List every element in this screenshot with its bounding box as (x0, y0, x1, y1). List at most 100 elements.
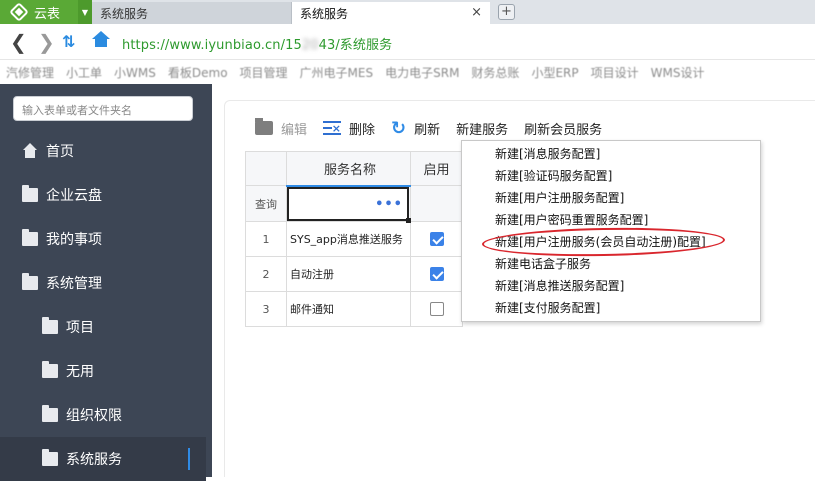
bookmark-item[interactable]: 广州电子MES (300, 64, 374, 81)
close-icon[interactable]: × (471, 5, 482, 20)
sidebar-item-label: 首页 (46, 144, 74, 160)
sidebar-item-label: 组织权限 (66, 408, 122, 424)
service-name-cell[interactable]: 邮件通知 (286, 291, 411, 327)
delete-rows-icon: × (323, 121, 342, 135)
service-name-cell[interactable]: SYS_app消息推送服务 (286, 221, 411, 257)
menu-item-new-phone-box-service[interactable]: 新建电话盒子服务 (495, 253, 591, 275)
back-arrow-icon[interactable]: ❮ (10, 30, 27, 54)
more-dots-icon[interactable]: ••• (375, 197, 403, 212)
refresh-member-service-button[interactable]: 刷新会员服务 (524, 119, 602, 138)
menu-item-new-user-register-service[interactable]: 新建[用户注册服务配置] (495, 187, 624, 209)
row-number: 1 (245, 221, 287, 257)
filter-cell[interactable]: ••• (286, 185, 411, 223)
sidebar-item-my-tasks[interactable]: 我的事项 (0, 217, 212, 261)
folder-icon (42, 361, 58, 378)
menu-item-new-password-reset-service[interactable]: 新建[用户密码重置服务配置] (495, 209, 648, 231)
enabled-cell[interactable] (410, 291, 463, 327)
enabled-checkbox[interactable] (429, 232, 444, 247)
bookmark-item[interactable]: 小WMS (114, 64, 156, 81)
cell-fill-handle[interactable] (406, 217, 411, 223)
menu-item-new-payment-service[interactable]: 新建[支付服务配置] (495, 297, 600, 319)
forward-arrow-icon[interactable]: ❯ (38, 30, 55, 54)
grid-header-row: 服务名称 启用 (245, 151, 463, 187)
home-icon (22, 143, 38, 158)
bookmark-item[interactable]: 汽修管理 (6, 64, 54, 81)
folder-icon (42, 317, 58, 334)
sidebar-item-system-management[interactable]: 系统管理 (0, 261, 212, 305)
bookmark-item[interactable]: 小工单 (66, 64, 102, 81)
enabled-filter-cell[interactable] (410, 185, 463, 222)
url-field[interactable]: https://www.iyunbiao.cn/152043/系统服务 (122, 34, 392, 53)
brand-logo-icon (9, 2, 29, 22)
brand-menu-chevron-icon[interactable]: ▼ (78, 0, 92, 24)
bookmark-item[interactable]: 项目管理 (240, 64, 288, 81)
bookmark-item[interactable]: 电力电子SRM (385, 64, 459, 81)
delete-label: 删除 (349, 122, 376, 138)
bookmark-item[interactable]: WMS设计 (651, 64, 705, 81)
enabled-cell[interactable] (410, 221, 463, 257)
bookmark-item[interactable]: 小型ERP (531, 64, 578, 81)
sidebar-item-unused[interactable]: 无用 (0, 349, 212, 393)
folder-icon (22, 229, 38, 246)
bookmark-item[interactable]: 看板Demo (168, 64, 228, 81)
service-name-filter-input[interactable]: ••• (287, 186, 411, 223)
sidebar-item-label: 系统管理 (46, 276, 102, 292)
row-number-header (245, 151, 287, 186)
open-folder-icon (255, 118, 273, 135)
brand-tab[interactable]: 云表 (0, 0, 78, 24)
menu-item-new-captcha-service[interactable]: 新建[验证码服务配置] (495, 165, 612, 187)
refresh-button[interactable]: ↻ 刷新 (391, 118, 440, 139)
folder-icon (22, 273, 38, 290)
enabled-checkbox[interactable] (429, 302, 444, 317)
service-name-cell[interactable]: 自动注册 (286, 256, 411, 292)
address-bar: ❮ ❯ ⇅ https://www.iyunbiao.cn/152043/系统服… (0, 24, 815, 60)
table-row[interactable]: 3 邮件通知 (245, 291, 463, 327)
enabled-checkbox[interactable] (429, 267, 444, 282)
sidebar-item-org-permissions[interactable]: 组织权限 (0, 393, 212, 437)
sidebar-item-label: 无用 (66, 364, 94, 380)
brand-label: 云表 (34, 6, 61, 22)
row-number: 2 (245, 256, 287, 292)
sidebar-item-label: 项目 (66, 320, 94, 336)
sidebar-item-label: 我的事项 (46, 232, 102, 248)
menu-item-new-push-service[interactable]: 新建[消息推送服务配置] (495, 275, 624, 297)
toolbar: 编辑 × 删除 ↻ 刷新 新建服务 刷新会员服务 (255, 117, 618, 139)
folder-icon (42, 405, 58, 422)
column-header-service-name[interactable]: 服务名称 (286, 151, 411, 187)
new-tab-plus-icon[interactable]: + (498, 4, 515, 20)
browser-tab-1[interactable]: 系统服务 (92, 2, 292, 24)
filter-label: 查询 (245, 185, 287, 222)
new-service-label: 新建服务 (456, 122, 509, 138)
column-header-enabled[interactable]: 启用 (410, 151, 463, 186)
tab-label: 系统服务 (100, 6, 149, 21)
folder-icon (22, 185, 38, 202)
refresh-label: 刷新 (414, 122, 441, 138)
table-row[interactable]: 1 SYS_app消息推送服务 (245, 221, 463, 257)
table-row[interactable]: 2 自动注册 (245, 256, 463, 292)
url-prefix: https://www.iyunbiao.cn/15 (122, 38, 302, 53)
grid-filter-row: 查询 ••• (245, 185, 463, 223)
sidebar-search-input[interactable]: 输入表单或者文件夹名 (13, 96, 193, 121)
sidebar-item-label: 企业云盘 (46, 188, 102, 204)
bookmark-item[interactable]: 项目设计 (591, 64, 639, 81)
url-suffix: 43/系统服务 (318, 38, 393, 53)
sidebar: 输入表单或者文件夹名 首页 企业云盘 我的事项 系统管理 项目 无用 组织权限 … (0, 84, 212, 481)
browser-tab-bar: 云表 ▼ 系统服务 系统服务 × + (0, 0, 815, 24)
tab-label: 系统服务 (300, 6, 349, 21)
folder-icon (42, 449, 58, 466)
sidebar-item-system-services[interactable]: 系统服务 (0, 437, 206, 481)
delete-button[interactable]: × 删除 (323, 119, 375, 138)
enabled-cell[interactable] (410, 256, 463, 292)
new-service-button[interactable]: 新建服务 (456, 119, 508, 138)
browser-tab-2[interactable]: 系统服务 × (292, 2, 490, 24)
reload-icon[interactable]: ⇅ (62, 32, 75, 51)
sidebar-item-cloud-disk[interactable]: 企业云盘 (0, 173, 212, 217)
menu-item-new-member-auto-register-service[interactable]: 新建[用户注册服务(会员自动注册)配置] (495, 231, 706, 253)
row-number: 3 (245, 291, 287, 327)
sidebar-item-project[interactable]: 项目 (0, 305, 212, 349)
bookmark-item[interactable]: 财务总账 (471, 64, 519, 81)
edit-button[interactable]: 编辑 (255, 118, 307, 138)
menu-item-new-message-service[interactable]: 新建[消息服务配置] (495, 143, 600, 165)
refresh-icon: ↻ (391, 117, 407, 139)
sidebar-item-home[interactable]: 首页 (0, 129, 212, 173)
